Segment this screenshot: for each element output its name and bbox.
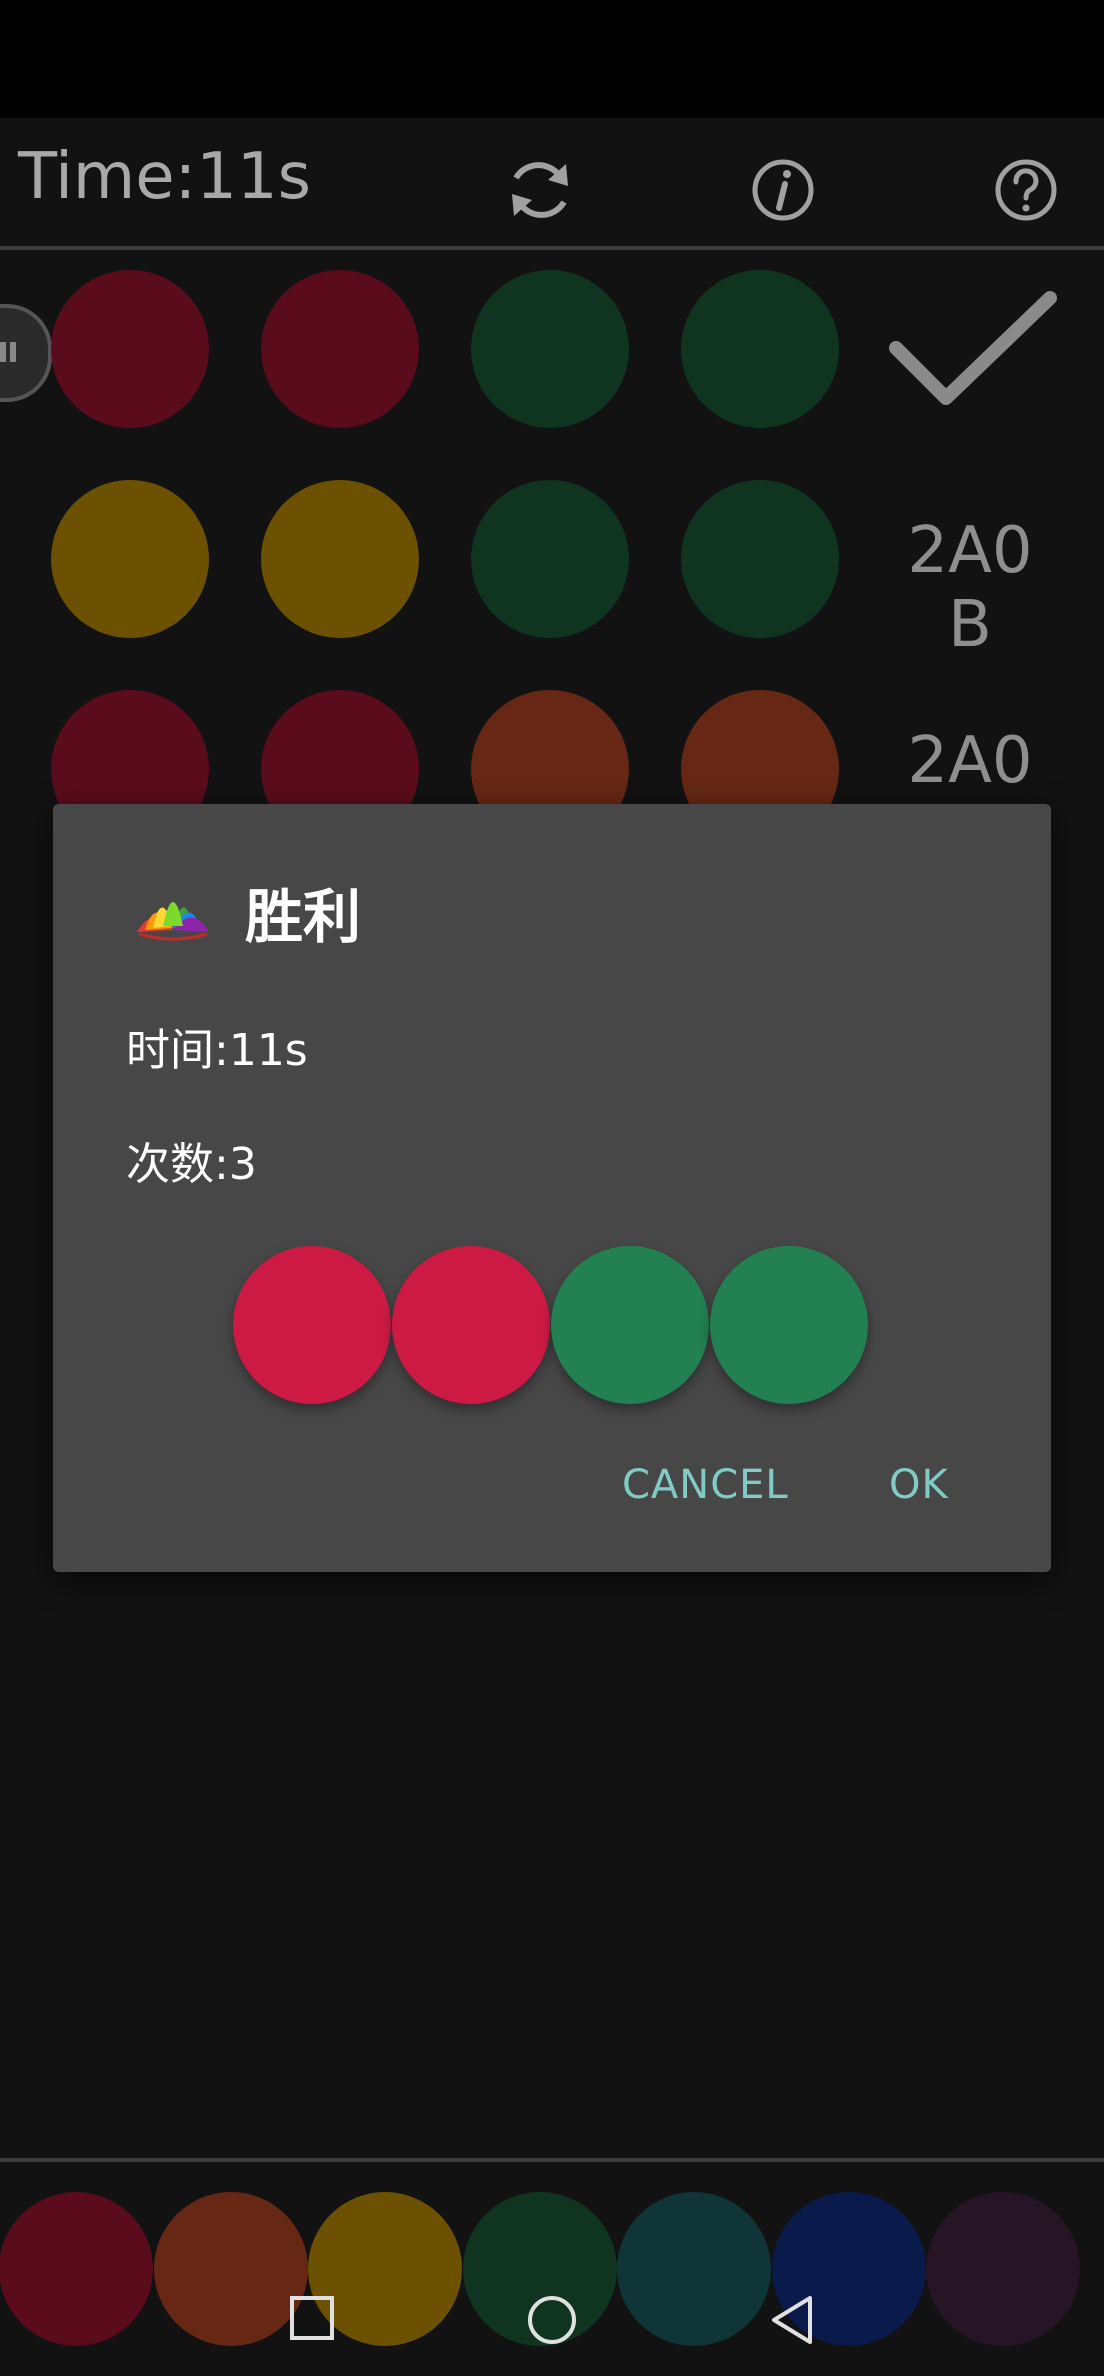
victory-dialog: 胜利 时间:11s 次数:3 CANCEL OK	[53, 804, 1051, 1572]
answer-peg	[710, 1246, 868, 1404]
answer-peg	[233, 1246, 391, 1404]
lotus-icon	[137, 902, 209, 941]
ok-button[interactable]: OK	[889, 1462, 949, 1508]
time-result: 时间:11s	[126, 1025, 308, 1076]
answer-peg	[551, 1246, 709, 1404]
dialog-title: 胜利	[245, 883, 362, 951]
count-result: 次数:3	[126, 1139, 257, 1190]
answer-peg	[392, 1246, 550, 1404]
cancel-button[interactable]: CANCEL	[622, 1462, 789, 1508]
